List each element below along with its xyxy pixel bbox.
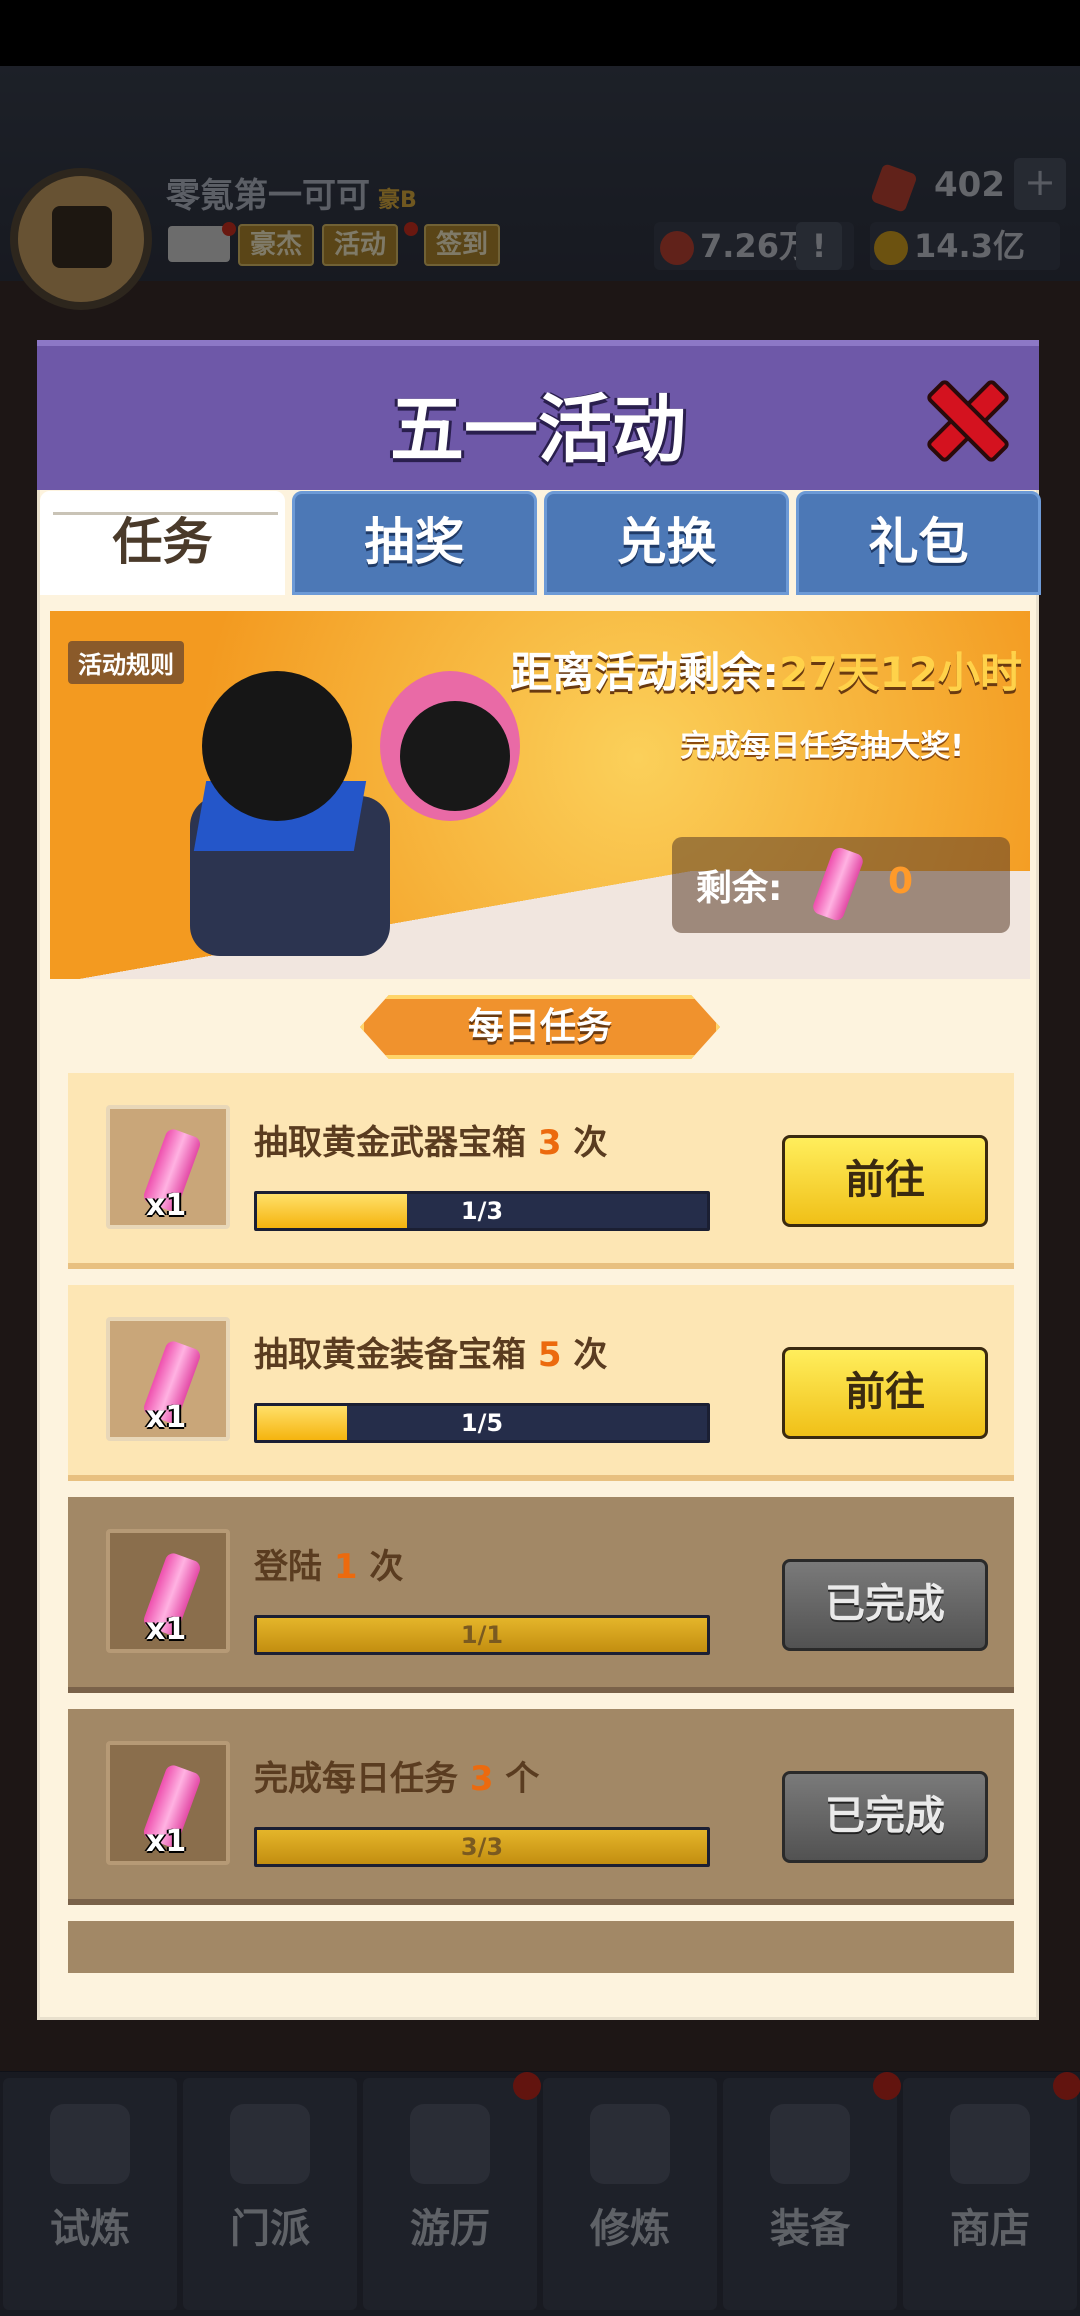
completed-button: 已完成 [782,1559,988,1651]
task-title: 抽取黄金装备宝箱 5 次 [254,1335,608,1375]
progress-bar: 3/3 [254,1827,710,1867]
reward-item: x1 [106,1529,230,1653]
task-row: x1 抽取黄金武器宝箱 3 次 1/3 前往 [68,1073,1014,1269]
progress-bar: 1/3 [254,1191,710,1231]
completed-button: 已完成 [782,1771,988,1863]
task-title: 抽取黄金武器宝箱 3 次 [254,1123,608,1163]
modal-tabs: 任务 抽奖 兑换 礼包 [40,491,1042,595]
event-banner: 活动规则 距离活动剩余:27天12小时 完成每日任务抽大奖! 剩余: 0 [50,611,1030,979]
daily-tasks-title: 每日任务 [360,995,720,1059]
task-target-count: 3 [537,1123,562,1163]
go-button[interactable]: 前往 [782,1135,988,1227]
banner-subtitle: 完成每日任务抽大奖! [680,729,964,764]
countdown-value: 27天12小时 [779,648,1022,697]
modal-header: 五一活动 [37,340,1039,490]
reward-quantity: x1 [146,1400,187,1435]
reward-item: x1 [106,1105,230,1229]
task-target-count: 5 [537,1335,562,1375]
modal-title: 五一活动 [390,387,686,473]
progress-text: 1/1 [460,1621,504,1649]
progress-bar: 1/5 [254,1403,710,1443]
event-countdown: 距离活动剩余:27天12小时 [510,648,1022,697]
progress-text: 3/3 [460,1833,504,1861]
tab-lottery[interactable]: 抽奖 [292,491,537,595]
remaining-box: 剩余: 0 [672,837,1010,933]
task-target-count: 1 [333,1547,358,1587]
event-modal: 五一活动 任务 抽奖 兑换 礼包 活动规则 距离活动剩余:27天12小时 完成每… [37,340,1042,2020]
task-row [68,1921,1014,1973]
task-row: x1 登陆 1 次 1/1 已完成 [68,1497,1014,1693]
tab-tasks[interactable]: 任务 [40,491,285,595]
remaining-label: 剩余: [696,868,783,909]
progress-bar: 1/1 [254,1615,710,1655]
task-row: x1 抽取黄金装备宝箱 5 次 1/5 前往 [68,1285,1014,1481]
ninja-head [202,671,352,821]
remaining-value: 0 [888,861,914,902]
rules-button[interactable]: 活动规则 [68,641,184,684]
progress-text: 1/3 [460,1197,504,1225]
task-title: 完成每日任务 3 个 [254,1759,540,1799]
reward-quantity: x1 [146,1824,187,1859]
reward-quantity: x1 [146,1612,187,1647]
reward-quantity: x1 [146,1188,187,1223]
tab-gift-pack[interactable]: 礼包 [796,491,1041,595]
task-target-count: 3 [469,1759,494,1799]
tab-exchange[interactable]: 兑换 [544,491,789,595]
close-icon[interactable] [923,376,1013,466]
scroll-icon [810,845,866,923]
task-title: 登陆 1 次 [254,1547,404,1587]
task-row: x1 完成每日任务 3 个 3/3 已完成 [68,1709,1014,1905]
progress-text: 1/5 [460,1409,504,1437]
reward-item: x1 [106,1317,230,1441]
task-list: x1 抽取黄金武器宝箱 3 次 1/3 前往 x1 抽取黄金装备宝箱 5 次 1/5 前往 x1… [68,1073,1014,1973]
girl-face [400,701,510,811]
go-button[interactable]: 前往 [782,1347,988,1439]
reward-item: x1 [106,1741,230,1865]
